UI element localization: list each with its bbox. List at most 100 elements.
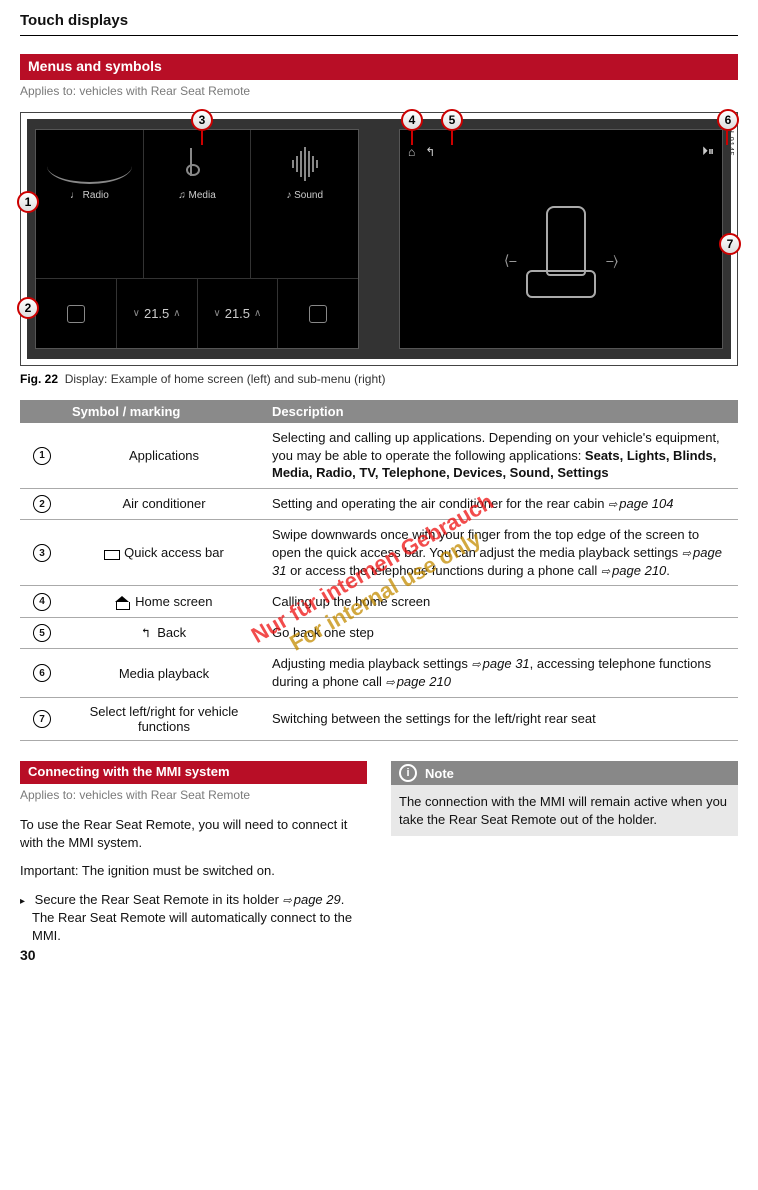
figure-caption-label: Fig. 22	[20, 372, 58, 386]
callout-7: 7	[719, 233, 741, 255]
callout-line	[726, 131, 728, 145]
quick-access-icon	[104, 550, 120, 560]
desc-text: Swipe downwards once with your finger fr…	[272, 527, 699, 560]
page-ref: page 104	[608, 496, 673, 511]
callout-line	[451, 131, 453, 145]
row-number: 1	[33, 447, 51, 465]
row-number: 6	[33, 664, 51, 682]
applies-to-menus: Applies to: vehicles with Rear Seat Remo…	[20, 84, 738, 98]
connecting-step1: Secure the Rear Seat Remote in its holde…	[20, 891, 367, 946]
page-title: Touch displays	[20, 12, 738, 36]
submenu-screen-mock: ⌂ ↰ ⏵⏸ ⟨⎯ ⎯⟩	[399, 129, 723, 349]
table-row: 7 Select left/right for vehicle function…	[20, 698, 738, 741]
row-number: 7	[33, 710, 51, 728]
tile-radio-label: Radio	[83, 190, 109, 201]
callout-4: 4	[401, 109, 423, 131]
tile-sound: ♪ Sound	[251, 130, 358, 278]
seat-large-icon	[516, 206, 606, 316]
arrow-right-icon: ⎯⟩	[606, 252, 618, 269]
section-heading-menus: Menus and symbols	[20, 54, 738, 80]
connecting-para1: To use the Rear Seat Remote, you will ne…	[20, 816, 367, 852]
callout-2: 2	[17, 297, 39, 319]
back-icon: ↰	[425, 145, 435, 159]
step-text: Secure the Rear Seat Remote in its holde…	[35, 892, 283, 907]
table-head-symbol: Symbol / marking	[64, 400, 264, 423]
figure-caption-text: Display: Example of home screen (left) a…	[65, 372, 386, 386]
row-description: Setting and operating the air conditione…	[264, 488, 738, 520]
table-row: 6 Media playback Adjusting media playbac…	[20, 649, 738, 698]
symbol-label: Home screen	[135, 594, 212, 609]
row-number: 5	[33, 624, 51, 642]
row-symbol: ↰ Back	[64, 617, 264, 649]
table-row: 1 Applications Selecting and calling up …	[20, 423, 738, 488]
seat-icon	[67, 305, 85, 323]
table-row: 4 Home screen Calling up the home screen	[20, 586, 738, 618]
row-number: 3	[33, 544, 51, 562]
connecting-para2: Important: The ignition must be switched…	[20, 862, 367, 880]
playback-icon: ⏵⏸	[702, 144, 714, 159]
symbols-table: Symbol / marking Description 1 Applicati…	[20, 400, 738, 741]
row-description: Swipe downwards once with your finger fr…	[264, 520, 738, 586]
row-symbol: Applications	[64, 423, 264, 488]
callout-3: 3	[191, 109, 213, 131]
page-ref: page 29	[283, 892, 341, 907]
applies-to-connecting: Applies to: vehicles with Rear Seat Remo…	[20, 788, 367, 802]
climate-seat-right	[278, 279, 358, 348]
row-description: Go back one step	[264, 617, 738, 649]
note-body: The connection with the MMI will remain …	[391, 785, 738, 836]
soundwave-icon	[273, 144, 337, 184]
music-note-icon	[190, 148, 204, 176]
page-ref: page 210	[601, 563, 666, 578]
seat-icon	[309, 305, 327, 323]
climate-temp-right: ∨21.5∧	[198, 279, 279, 348]
temp-left-value: 21.5	[144, 306, 169, 321]
row-symbol: Home screen	[64, 586, 264, 618]
climate-seat-left	[36, 279, 117, 348]
tile-sound-label: Sound	[294, 190, 323, 201]
figure-caption: Fig. 22 Display: Example of home screen …	[20, 372, 738, 386]
tile-media-label: Media	[189, 190, 216, 201]
row-description: Selecting and calling up applications. D…	[264, 423, 738, 488]
desc-text: Adjusting media playback settings	[272, 656, 471, 671]
symbol-label: Quick access bar	[124, 545, 224, 560]
callout-5: 5	[441, 109, 463, 131]
temp-right-value: 21.5	[225, 306, 250, 321]
radio-wave-icon	[47, 148, 132, 184]
info-icon: i	[399, 764, 417, 782]
desc-text: or access the telephone functions during…	[286, 563, 600, 578]
callout-line	[201, 131, 203, 145]
table-row: 2 Air conditioner Setting and operating …	[20, 488, 738, 520]
desc-text: .	[666, 563, 670, 578]
table-head-blank	[20, 400, 64, 423]
home-icon: ⌂	[408, 145, 415, 159]
row-description: Adjusting media playback settings page 3…	[264, 649, 738, 698]
arrow-left-icon: ⟨⎯	[504, 252, 516, 269]
figure-home-screen: RAH-9145 3 4 5 6 1 2 7 ♩ Radio ♫ Media	[20, 112, 738, 366]
home-icon	[116, 598, 128, 610]
callout-line	[411, 131, 413, 145]
climate-temp-left: ∨21.5∧	[117, 279, 198, 348]
section-heading-connecting: Connecting with the MMI system	[20, 761, 367, 784]
note-heading-label: Note	[425, 766, 454, 781]
page-ref: page 31	[471, 656, 529, 671]
row-number: 4	[33, 593, 51, 611]
row-number: 2	[33, 495, 51, 513]
row-symbol: Select left/right for vehicle functions	[64, 698, 264, 741]
page-number: 30	[20, 947, 36, 963]
row-symbol: Air conditioner	[64, 488, 264, 520]
note-heading: i Note	[391, 761, 738, 785]
table-row: 5 ↰ Back Go back one step	[20, 617, 738, 649]
page-ref: page 210	[385, 674, 450, 689]
row-symbol: Media playback	[64, 649, 264, 698]
table-row: 3 Quick access bar Swipe downwards once …	[20, 520, 738, 586]
row-description: Switching between the settings for the l…	[264, 698, 738, 741]
callout-6: 6	[717, 109, 739, 131]
back-icon: ↰	[142, 626, 150, 641]
symbol-label: Back	[157, 625, 186, 640]
tile-radio: ♩ Radio	[36, 130, 144, 278]
row-description: Calling up the home screen	[264, 586, 738, 618]
row-symbol: Quick access bar	[64, 520, 264, 586]
tile-media: ♫ Media	[144, 130, 252, 278]
home-screen-mock: ♩ Radio ♫ Media ♪ Sound ∨21.5∧	[35, 129, 359, 349]
desc-text: Setting and operating the air conditione…	[272, 496, 608, 511]
